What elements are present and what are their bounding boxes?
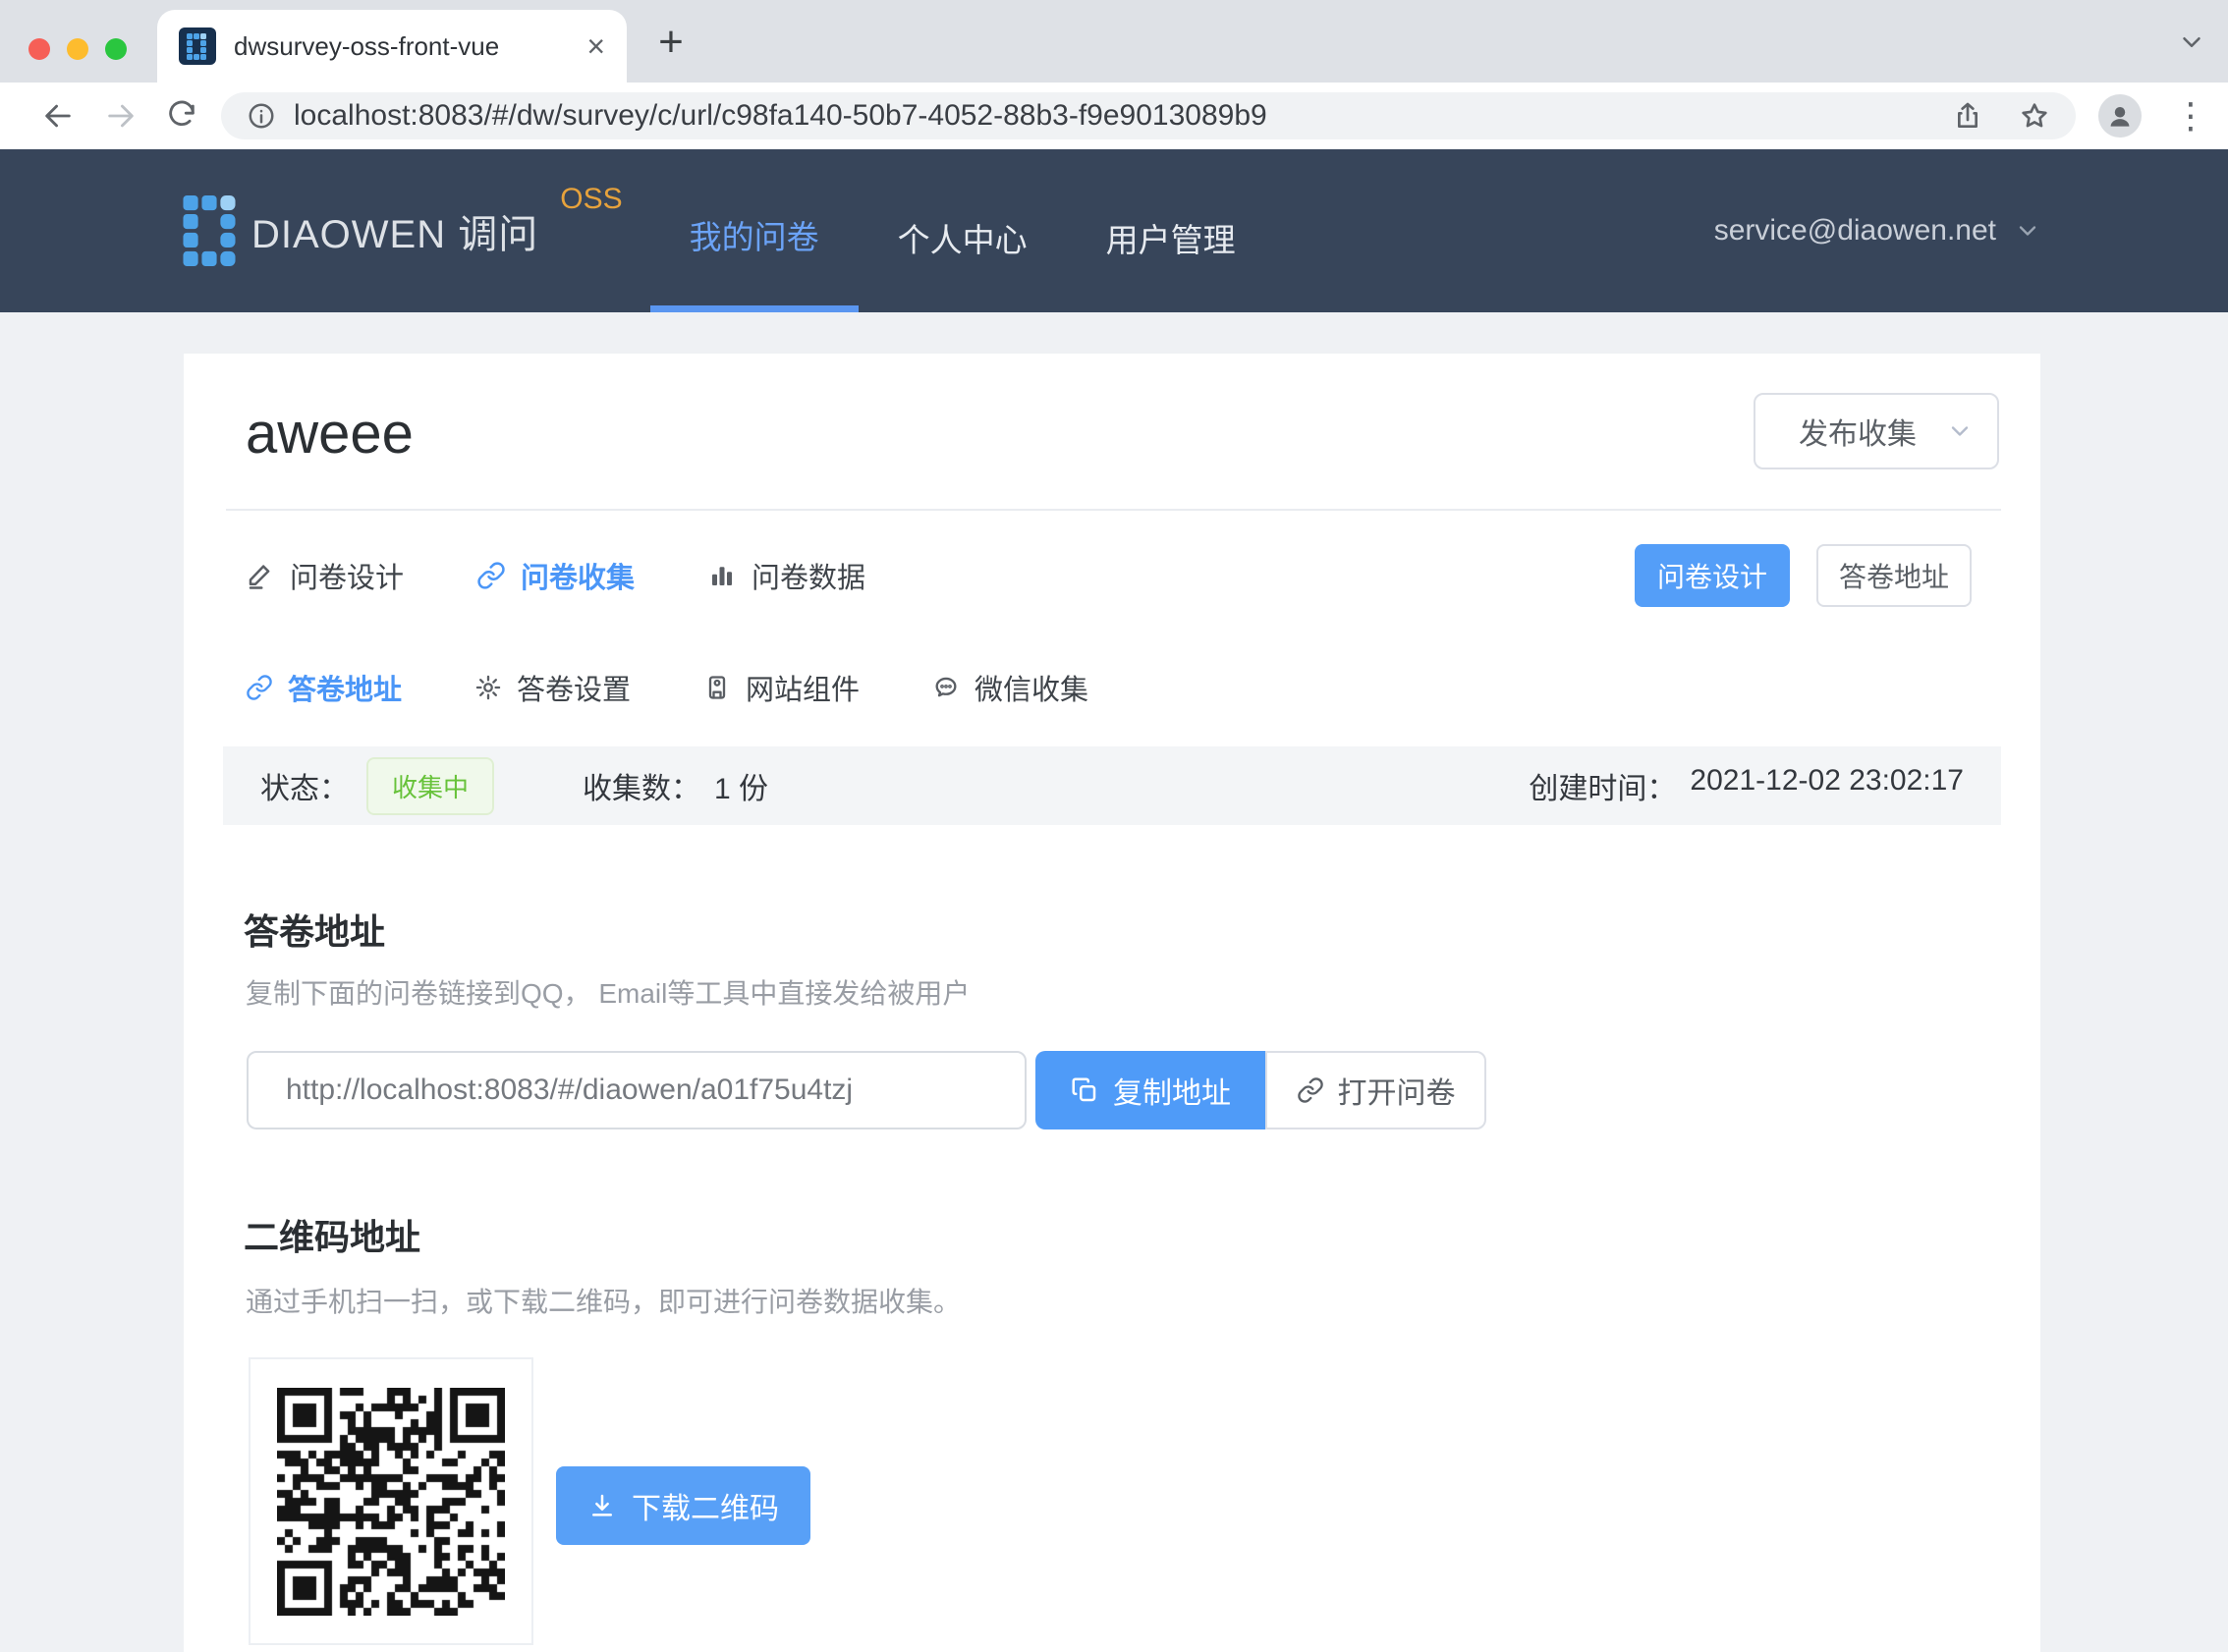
qr-description: 通过手机扫一扫，或下载二维码，即可进行问卷数据收集。 bbox=[246, 1281, 961, 1320]
tab-survey-design[interactable]: 问卷设计 bbox=[246, 555, 404, 596]
publish-select[interactable]: 发布收集 bbox=[1754, 393, 1999, 469]
tab-label: 问卷数据 bbox=[752, 555, 865, 596]
count-label: 收集数： bbox=[583, 764, 700, 807]
tab-label: 问卷设计 bbox=[290, 555, 404, 596]
browser-url-bar: localhost:8083/#/dw/survey/c/url/c98fa14… bbox=[0, 83, 2228, 149]
subtab-answer-settings[interactable]: 答卷设置 bbox=[474, 667, 631, 708]
link-icon bbox=[476, 561, 506, 590]
nav-item-personal-center[interactable]: 个人中心 bbox=[859, 149, 1067, 312]
status-label: 状态： bbox=[260, 764, 349, 807]
subtab-wechat-collect[interactable]: 微信收集 bbox=[932, 667, 1088, 708]
download-qr-label: 下载二维码 bbox=[632, 1484, 779, 1527]
answer-url-heading: 答卷地址 bbox=[244, 904, 385, 955]
widget-badge-icon bbox=[703, 674, 731, 701]
answer-url-description: 复制下面的问卷链接到QQ， Email等工具中直接发给被用户 bbox=[246, 972, 970, 1012]
diaowen-logo-icon bbox=[183, 195, 236, 266]
count-value: 1 份 bbox=[714, 764, 768, 807]
copy-icon bbox=[1070, 1075, 1099, 1105]
copy-url-button[interactable]: 复制地址 bbox=[1035, 1051, 1265, 1129]
tab-close-icon[interactable]: × bbox=[586, 30, 605, 62]
browser-tab-strip: dwsurvey-oss-front-vue × + bbox=[0, 0, 2228, 83]
divider bbox=[226, 509, 2001, 511]
created-label: 创建时间： bbox=[1529, 764, 1676, 807]
download-qr-button[interactable]: 下载二维码 bbox=[556, 1466, 810, 1545]
tab-title: dwsurvey-oss-front-vue bbox=[234, 31, 586, 62]
person-icon bbox=[2105, 101, 2135, 131]
status-bar: 状态： 收集中 收集数： 1 份 创建时间： 2021-12-02 23:02:… bbox=[223, 746, 2001, 825]
brand-badge-oss: OSS bbox=[560, 183, 622, 216]
tab-label: 问卷收集 bbox=[521, 555, 635, 596]
wechat-chat-icon bbox=[932, 674, 960, 701]
status-badge: 收集中 bbox=[366, 757, 494, 815]
browser-tab[interactable]: dwsurvey-oss-front-vue × bbox=[157, 10, 627, 83]
gear-icon bbox=[474, 674, 502, 701]
url-text: localhost:8083/#/dw/survey/c/url/c98fa14… bbox=[294, 99, 1952, 133]
tab-survey-data[interactable]: 问卷数据 bbox=[707, 555, 865, 596]
window-zoom-button[interactable] bbox=[105, 38, 127, 60]
bookmark-star-icon[interactable] bbox=[2019, 100, 2050, 132]
address-bar[interactable]: localhost:8083/#/dw/survey/c/url/c98fa14… bbox=[221, 92, 2076, 139]
publish-select-value: 发布收集 bbox=[1799, 410, 1917, 453]
chevron-down-icon bbox=[1946, 417, 1974, 445]
share-icon[interactable] bbox=[1952, 100, 1983, 132]
open-survey-label: 打开问卷 bbox=[1338, 1069, 1456, 1112]
collect-subtab-row: 答卷地址 答卷设置 网站组件 bbox=[246, 650, 1161, 725]
bar-chart-icon bbox=[707, 561, 737, 590]
survey-card: aweee 发布收集 问卷设计 bbox=[184, 354, 2040, 1652]
link-icon bbox=[246, 674, 273, 701]
app-header: DIAOWEN 调问 OSS 我的问卷 个人中心 用户管理 service@di… bbox=[0, 149, 2228, 312]
answer-url-button[interactable]: 答卷地址 bbox=[1816, 544, 1972, 607]
new-tab-button[interactable]: + bbox=[648, 20, 694, 65]
qr-code-box bbox=[249, 1357, 533, 1645]
download-icon bbox=[587, 1491, 617, 1520]
site-info-icon[interactable] bbox=[247, 101, 276, 131]
subtab-label: 答卷设置 bbox=[517, 667, 631, 708]
tab-survey-collect[interactable]: 问卷收集 bbox=[476, 555, 635, 596]
page-title: aweee bbox=[246, 401, 414, 467]
reload-icon[interactable] bbox=[165, 99, 200, 135]
browser-menu-icon[interactable]: ⋮ bbox=[2173, 96, 2208, 136]
link-icon bbox=[1297, 1076, 1324, 1104]
open-survey-button[interactable]: 打开问卷 bbox=[1265, 1051, 1486, 1129]
subtab-label: 微信收集 bbox=[975, 667, 1088, 708]
subtab-label: 网站组件 bbox=[746, 667, 860, 708]
answer-url-row: http://localhost:8083/#/diaowen/a01f75u4… bbox=[247, 1051, 1486, 1129]
browser-profile-avatar[interactable] bbox=[2098, 94, 2142, 138]
created-value: 2021-12-02 23:02:17 bbox=[1690, 764, 1964, 807]
user-menu[interactable]: service@diaowen.net bbox=[1714, 149, 2041, 312]
page-background: aweee 发布收集 问卷设计 bbox=[0, 312, 2228, 1652]
pencil-icon bbox=[246, 561, 275, 590]
nav-item-my-surveys[interactable]: 我的问卷 bbox=[650, 149, 859, 312]
window-minimize-button[interactable] bbox=[67, 38, 88, 60]
chevron-down-icon bbox=[2014, 217, 2041, 245]
design-survey-button[interactable]: 问卷设计 bbox=[1635, 544, 1790, 607]
nav-item-user-management[interactable]: 用户管理 bbox=[1067, 149, 1275, 312]
survey-tab-row: 问卷设计 问卷收集 问卷数据 问卷设计 答卷地址 bbox=[246, 538, 1972, 613]
brand-name: DIAOWEN 调问 bbox=[251, 202, 538, 259]
back-icon[interactable] bbox=[41, 99, 77, 135]
subtab-answer-url[interactable]: 答卷地址 bbox=[246, 667, 402, 708]
subtab-site-widget[interactable]: 网站组件 bbox=[703, 667, 860, 708]
screen: dwsurvey-oss-front-vue × + localhost:808… bbox=[0, 0, 2228, 1652]
survey-url-input[interactable]: http://localhost:8083/#/diaowen/a01f75u4… bbox=[247, 1051, 1027, 1129]
brand-logo[interactable]: DIAOWEN 调问 OSS bbox=[183, 149, 623, 312]
window-close-button[interactable] bbox=[28, 38, 50, 60]
user-email: service@diaowen.net bbox=[1714, 214, 1996, 248]
subtab-label: 答卷地址 bbox=[288, 667, 402, 708]
copy-url-label: 复制地址 bbox=[1113, 1069, 1231, 1112]
tab-search-chevron-icon[interactable] bbox=[2177, 28, 2206, 57]
favicon-dwsurvey bbox=[179, 28, 216, 65]
main-nav: 我的问卷 个人中心 用户管理 bbox=[650, 149, 1275, 312]
qr-heading: 二维码地址 bbox=[244, 1209, 420, 1260]
forward-icon[interactable] bbox=[104, 99, 139, 135]
qr-code-image bbox=[277, 1388, 505, 1616]
action-buttons: 问卷设计 答卷地址 bbox=[1635, 544, 1972, 607]
